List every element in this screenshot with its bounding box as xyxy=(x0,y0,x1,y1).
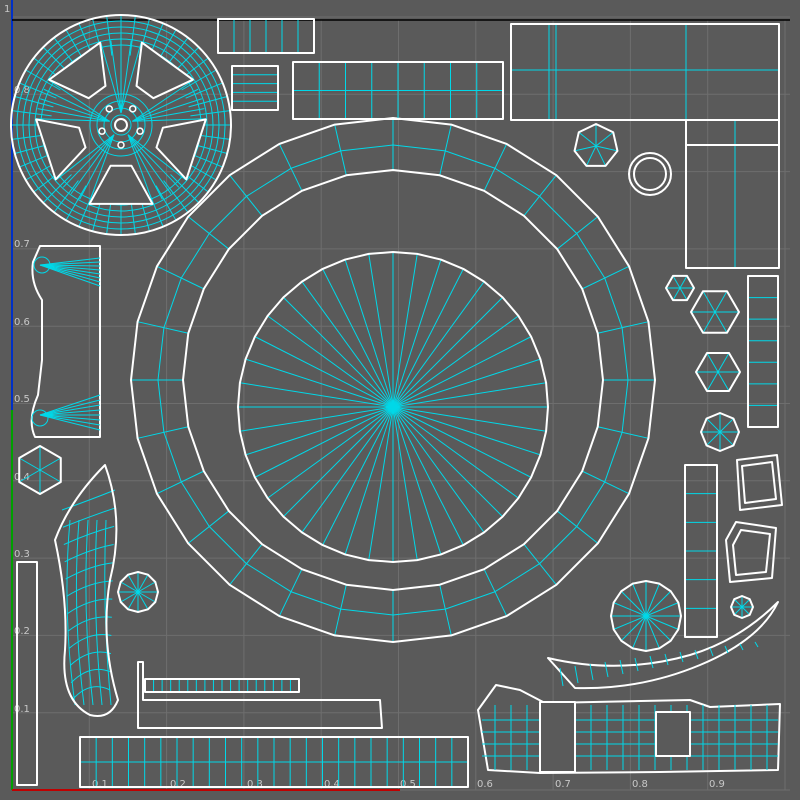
v-tick-label: 1 xyxy=(4,4,10,15)
v-tick-label: 0.7 xyxy=(14,239,30,250)
circle-small-left[interactable] xyxy=(117,571,159,613)
u-tick-label: 0.8 xyxy=(632,779,648,790)
panel-cutout xyxy=(655,711,691,757)
uv-viewport[interactable]: 0.1 0.2 0.3 0.4 0.5 0.6 0.7 0.8 0.9 0.1 … xyxy=(0,0,800,800)
hexagon-stack-right[interactable] xyxy=(700,412,740,452)
v-tick-label: 0.5 xyxy=(14,394,30,405)
u-tick-label: 0.1 xyxy=(92,779,108,790)
uv-canvas[interactable]: 0.1 0.2 0.3 0.4 0.5 0.6 0.7 0.8 0.9 0.1 … xyxy=(0,0,800,800)
hexagon-stack-right[interactable] xyxy=(730,595,754,619)
u-tick-label: 0.3 xyxy=(247,779,263,790)
circle-small-right[interactable] xyxy=(610,580,682,652)
u-tick-label: 0.9 xyxy=(709,779,725,790)
disc-fan-shell[interactable] xyxy=(237,251,549,563)
v-tick-label: 0.3 xyxy=(14,549,30,560)
v-tick-label: 0.6 xyxy=(14,317,30,328)
u-tick-label: 0.2 xyxy=(170,779,186,790)
u-tick-label: 0.4 xyxy=(324,779,340,790)
center-vertex xyxy=(390,404,396,410)
u-tick-label: 0.6 xyxy=(477,779,493,790)
u-tick-label: 0.5 xyxy=(400,779,416,790)
panel-cutout xyxy=(539,701,576,773)
u-tick-label: 0.7 xyxy=(555,779,571,790)
